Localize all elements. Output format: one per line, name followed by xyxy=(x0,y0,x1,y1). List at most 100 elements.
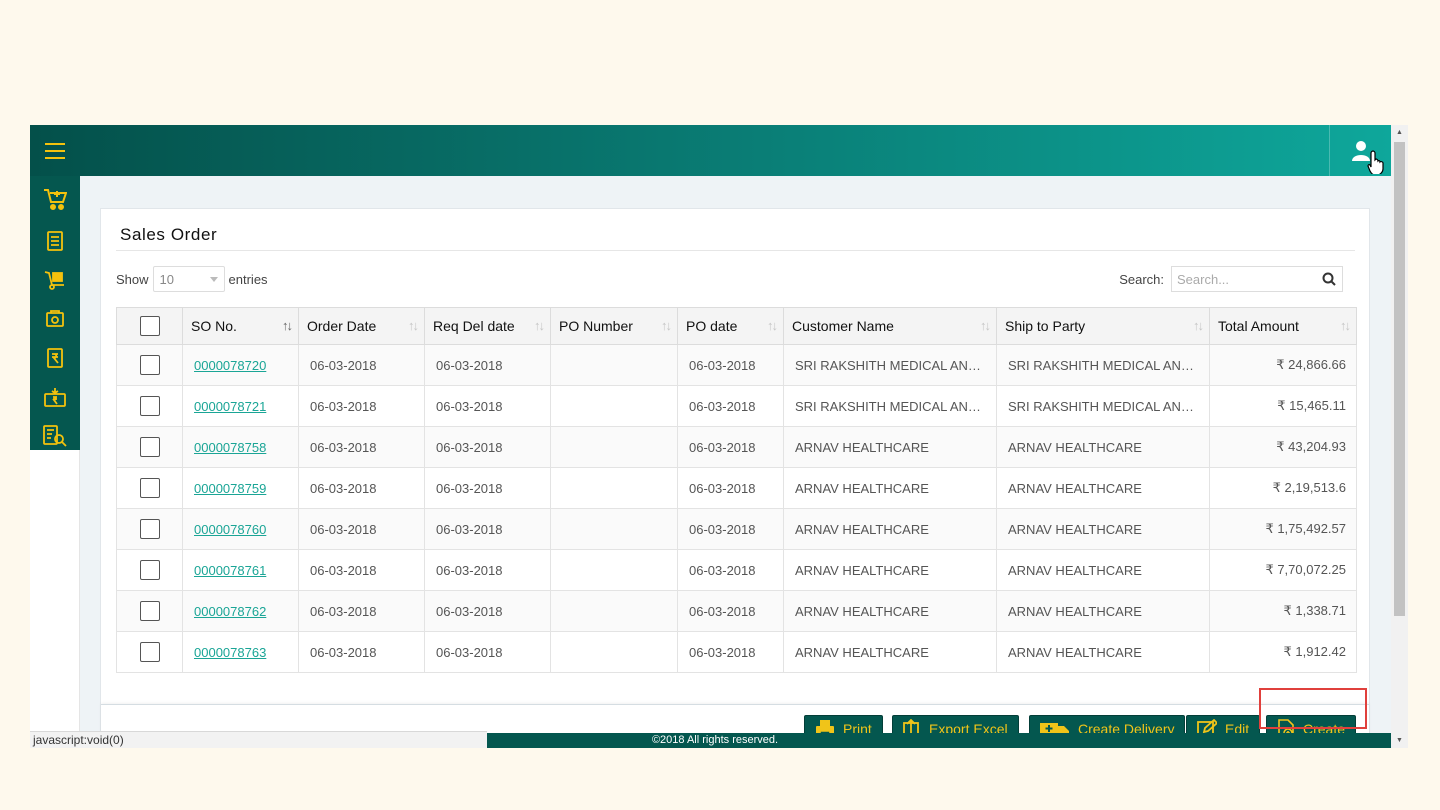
total-amount-cell: ₹ 15,465.11 xyxy=(1209,385,1357,427)
sales-order-table: SO No. ↑↓ Order Date ↑↓ Req Del date ↑↓ PO … xyxy=(116,307,1357,673)
sort-icon: ↑↓ xyxy=(534,318,545,333)
scroll-thumb[interactable] xyxy=(1394,142,1405,616)
column-header-label: PO date xyxy=(686,318,738,334)
req-del-date-cell: 06-03-2018 xyxy=(424,467,551,509)
sidebar-item-billing[interactable] xyxy=(30,299,80,338)
so-number-link[interactable]: 0000078763 xyxy=(194,645,266,660)
table-row: 0000078762 06-03-2018 06-03-2018 06-03-2018… xyxy=(116,590,1357,632)
mouse-pointer-icon xyxy=(1367,150,1384,174)
scroll-down-arrow[interactable]: ▼ xyxy=(1391,733,1408,748)
page-length-value: 10 xyxy=(159,271,174,287)
ship-to-party-cell: ARNAV HEALTHCARE xyxy=(996,508,1210,550)
row-select-cell xyxy=(116,344,183,386)
row-checkbox[interactable] xyxy=(139,560,160,580)
so-number-cell: 0000078759 xyxy=(182,467,299,509)
so-number-link[interactable]: 0000078762 xyxy=(194,604,266,619)
req-del-date-cell: 06-03-2018 xyxy=(424,385,551,427)
order-date-cell: 06-03-2018 xyxy=(298,590,425,632)
page-length-select[interactable]: 10 xyxy=(152,266,225,292)
sidebar-item-invoice[interactable] xyxy=(30,338,80,377)
so-number-cell: 0000078758 xyxy=(182,426,299,468)
table-row: 0000078758 06-03-2018 06-03-2018 06-03-2018… xyxy=(116,426,1357,468)
order-date-cell: 06-03-2018 xyxy=(298,385,425,427)
row-select-cell xyxy=(116,549,183,591)
row-select-cell xyxy=(116,508,183,550)
row-checkbox[interactable] xyxy=(139,478,160,498)
sort-icon: ↑↓ xyxy=(1340,318,1351,333)
req-del-date-cell: 06-03-2018 xyxy=(424,631,551,673)
page-scrollbar[interactable]: ▲ ▼ xyxy=(1391,125,1408,748)
so-number-link[interactable]: 0000078760 xyxy=(194,522,266,537)
row-checkbox[interactable] xyxy=(139,355,160,375)
po-number-cell xyxy=(550,631,678,673)
so-number-link[interactable]: 0000078758 xyxy=(194,440,266,455)
main-content: Sales Order Show 10 entries Search: Sear… xyxy=(80,176,1391,748)
req-del-date-cell: 06-03-2018 xyxy=(424,590,551,632)
row-checkbox[interactable] xyxy=(139,642,160,662)
req-del-date-cell: 06-03-2018 xyxy=(424,508,551,550)
row-select-cell xyxy=(116,426,183,468)
row-checkbox[interactable] xyxy=(139,601,160,621)
chevron-down-icon xyxy=(209,276,218,282)
column-header-order-date[interactable]: Order Date ↑↓ xyxy=(298,307,425,345)
ship-to-party-cell: SRI RAKSHITH MEDICAL AND ... xyxy=(996,344,1210,386)
sort-icon: ↑↓ xyxy=(408,318,419,333)
column-header-label: SO No. xyxy=(191,318,237,334)
page-title: Sales Order xyxy=(120,225,218,244)
total-amount-cell: ₹ 43,204.93 xyxy=(1209,426,1357,468)
po-number-cell xyxy=(550,385,678,427)
column-header-label: Total Amount xyxy=(1218,318,1299,334)
column-header-po-number[interactable]: PO Number ↑↓ xyxy=(550,307,678,345)
top-navbar xyxy=(30,125,1391,176)
customer-name-cell: SRI RAKSHITH MEDICAL AND ... xyxy=(783,344,997,386)
sort-icon: ↑↓ xyxy=(282,318,293,333)
sidebar-item-delivery[interactable] xyxy=(30,260,80,299)
hand-truck-icon xyxy=(44,270,64,290)
po-date-cell: 06-03-2018 xyxy=(677,631,784,673)
order-date-cell: 06-03-2018 xyxy=(298,467,425,509)
column-header-customer-name[interactable]: Customer Name ↑↓ xyxy=(783,307,997,345)
sort-icon: ↑↓ xyxy=(980,318,991,333)
column-header-ship-to-party[interactable]: Ship to Party ↑↓ xyxy=(996,307,1210,345)
customer-name-cell: ARNAV HEALTHCARE xyxy=(783,508,997,550)
table-row: 0000078759 06-03-2018 06-03-2018 06-03-2018… xyxy=(116,467,1357,509)
sort-icon: ↑↓ xyxy=(661,318,672,333)
show-label: Show xyxy=(116,271,149,287)
column-header-po-date[interactable]: PO date ↑↓ xyxy=(677,307,784,345)
select-all-cell xyxy=(116,307,183,345)
hamburger-icon xyxy=(45,142,65,159)
column-header-req-del-date[interactable]: Req Del date ↑↓ xyxy=(424,307,551,345)
report-search-icon xyxy=(43,424,67,447)
po-date-cell: 06-03-2018 xyxy=(677,590,784,632)
sidebar-item-payments[interactable] xyxy=(30,377,80,416)
table-header-row: SO No. ↑↓ Order Date ↑↓ Req Del date ↑↓ PO … xyxy=(116,307,1357,345)
so-number-link[interactable]: 0000078759 xyxy=(194,481,266,496)
column-header-label: Customer Name xyxy=(792,318,894,334)
scroll-up-arrow[interactable]: ▲ xyxy=(1391,125,1408,140)
customer-name-cell: ARNAV HEALTHCARE xyxy=(783,590,997,632)
search-icon[interactable] xyxy=(1322,272,1336,286)
row-checkbox[interactable] xyxy=(139,437,160,457)
so-number-cell: 0000078760 xyxy=(182,508,299,550)
order-date-cell: 06-03-2018 xyxy=(298,426,425,468)
sidebar-item-cart[interactable] xyxy=(30,176,80,221)
column-header-total-amount[interactable]: Total Amount ↑↓ xyxy=(1209,307,1357,345)
so-number-cell: 0000078763 xyxy=(182,631,299,673)
sort-icon: ↑↓ xyxy=(1193,318,1204,333)
select-all-checkbox[interactable] xyxy=(139,316,160,336)
so-number-link[interactable]: 0000078720 xyxy=(194,358,266,373)
po-number-cell xyxy=(550,467,678,509)
po-number-cell xyxy=(550,508,678,550)
menu-toggle-button[interactable] xyxy=(30,125,80,176)
po-date-cell: 06-03-2018 xyxy=(677,385,784,427)
row-checkbox[interactable] xyxy=(139,519,160,539)
column-header-so-no[interactable]: SO No. ↑↓ xyxy=(182,307,299,345)
sidebar-item-documents[interactable] xyxy=(30,221,80,260)
row-checkbox[interactable] xyxy=(139,396,160,416)
table-row: 0000078760 06-03-2018 06-03-2018 06-03-2018… xyxy=(116,508,1357,550)
search-input[interactable] xyxy=(1172,271,1322,287)
row-select-cell xyxy=(116,467,183,509)
column-header-label: Order Date xyxy=(307,318,377,334)
so-number-link[interactable]: 0000078761 xyxy=(194,563,266,578)
so-number-link[interactable]: 0000078721 xyxy=(194,399,266,414)
